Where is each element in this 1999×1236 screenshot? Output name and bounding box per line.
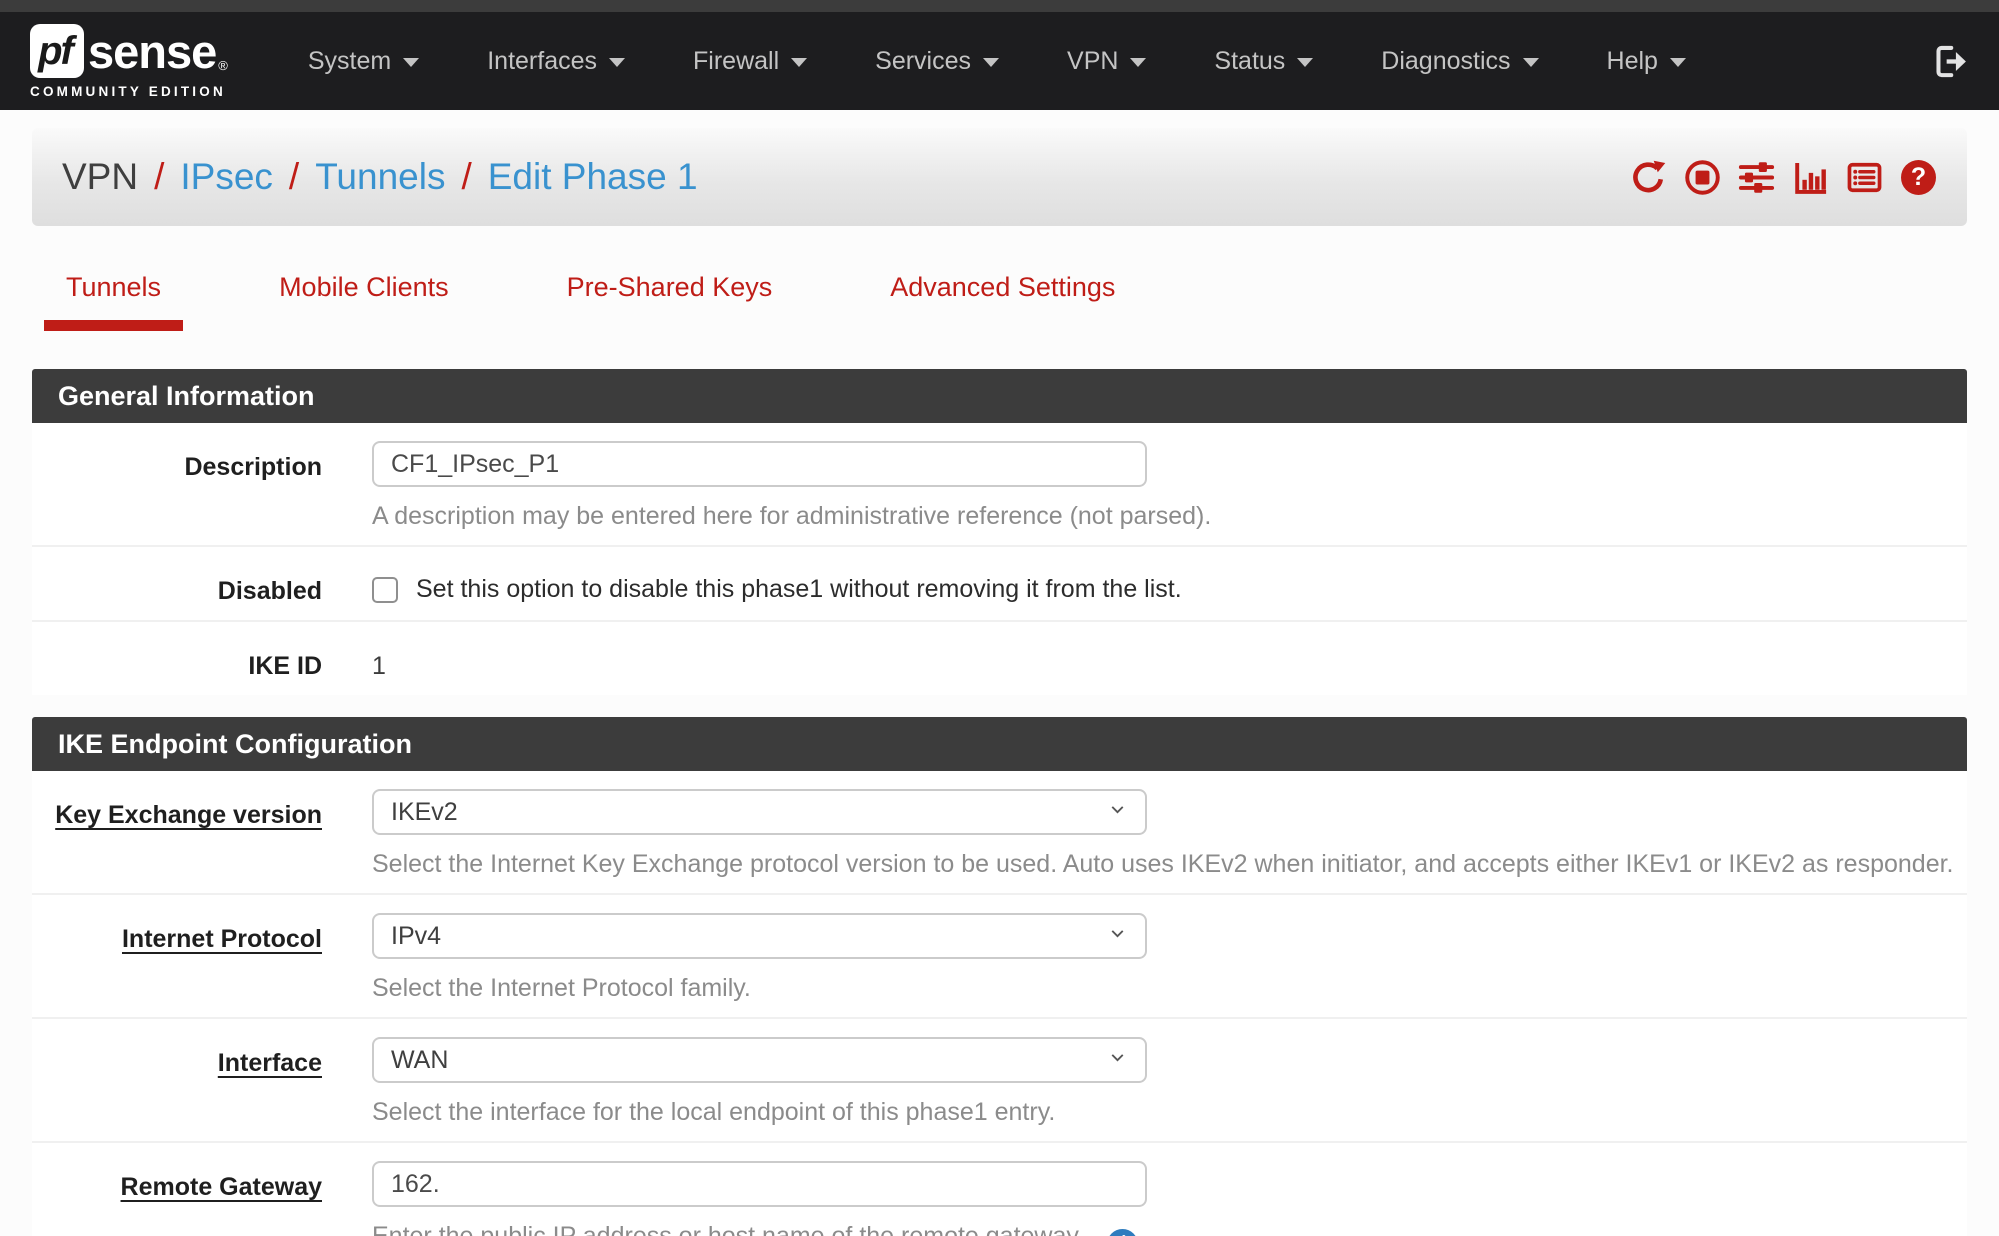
key-exchange-selected-value: IKEv2 bbox=[391, 798, 458, 827]
interface-selected-value: WAN bbox=[391, 1046, 448, 1075]
key-exchange-row: Key Exchange version IKEv2 Select the In… bbox=[32, 771, 1967, 895]
breadcrumb-separator: / bbox=[154, 156, 164, 198]
internet-protocol-select[interactable]: IPv4 bbox=[372, 913, 1147, 959]
nav-item-services[interactable]: Services bbox=[841, 47, 1033, 76]
disabled-label: Disabled bbox=[32, 565, 322, 606]
nav-item-system[interactable]: System bbox=[274, 47, 453, 76]
logo-registered-mark: ® bbox=[218, 58, 228, 73]
section-header-ike-endpoint-configuration: IKE Endpoint Configuration bbox=[32, 717, 1967, 771]
main-navbar: pf sense ® COMMUNITY EDITION System Inte… bbox=[0, 12, 1999, 110]
logo-pf-text: pf bbox=[38, 29, 76, 74]
nav-item-diagnostics[interactable]: Diagnostics bbox=[1347, 47, 1572, 76]
breadcrumb-bar: VPN / IPsec / Tunnels / Edit Phase 1 bbox=[32, 128, 1967, 226]
pfsense-logo-tile: pf bbox=[30, 24, 84, 78]
nav-item-help[interactable]: Help bbox=[1573, 47, 1720, 76]
help-icon[interactable]: ? bbox=[1900, 159, 1937, 196]
nav-item-status[interactable]: Status bbox=[1180, 47, 1347, 76]
breadcrumb: VPN / IPsec / Tunnels / Edit Phase 1 bbox=[62, 156, 698, 198]
bar-chart-icon[interactable] bbox=[1792, 159, 1829, 196]
ipsec-tabs: Tunnels Mobile Clients Pre-Shared Keys A… bbox=[32, 266, 1967, 331]
breadcrumb-link-ipsec[interactable]: IPsec bbox=[180, 156, 273, 198]
breadcrumb-link-edit-phase-1[interactable]: Edit Phase 1 bbox=[488, 156, 698, 198]
disabled-checkbox-label: Set this option to disable this phase1 w… bbox=[416, 575, 1182, 604]
interface-select[interactable]: WAN bbox=[372, 1037, 1147, 1083]
caret-down-icon bbox=[791, 58, 807, 67]
nav-item-vpn[interactable]: VPN bbox=[1033, 47, 1180, 76]
remote-gateway-input[interactable] bbox=[372, 1161, 1147, 1207]
sliders-icon[interactable] bbox=[1738, 159, 1775, 196]
internet-protocol-row: Internet Protocol IPv4 Select the Intern… bbox=[32, 895, 1967, 1019]
breadcrumb-link-tunnels[interactable]: Tunnels bbox=[315, 156, 445, 198]
stop-icon[interactable] bbox=[1684, 159, 1721, 196]
tab-pre-shared-keys[interactable]: Pre-Shared Keys bbox=[545, 266, 795, 331]
sign-out-icon[interactable] bbox=[1932, 43, 1969, 80]
disabled-row: Disabled Set this option to disable this… bbox=[32, 547, 1967, 622]
caret-down-icon bbox=[1523, 58, 1539, 67]
ike-id-row: IKE ID 1 bbox=[32, 622, 1967, 695]
key-exchange-help: Select the Internet Key Exchange protoco… bbox=[372, 850, 1967, 879]
key-exchange-select[interactable]: IKEv2 bbox=[372, 789, 1147, 835]
general-information-panel: Description A description may be entered… bbox=[32, 423, 1967, 695]
remote-gateway-row: Remote Gateway Enter the public IP addre… bbox=[32, 1143, 1967, 1236]
section-header-general-information: General Information bbox=[32, 369, 1967, 423]
interface-label: Interface bbox=[32, 1037, 322, 1127]
chevron-down-icon bbox=[1107, 1046, 1128, 1075]
pfsense-logo[interactable]: pf sense ® COMMUNITY EDITION bbox=[30, 24, 228, 99]
tab-tunnels[interactable]: Tunnels bbox=[44, 266, 183, 331]
caret-down-icon bbox=[1130, 58, 1146, 67]
caret-down-icon bbox=[983, 58, 999, 67]
caret-down-icon bbox=[1670, 58, 1686, 67]
caret-down-icon bbox=[609, 58, 625, 67]
window-top-strip bbox=[0, 0, 1999, 12]
remote-gateway-label: Remote Gateway bbox=[32, 1161, 322, 1236]
description-label: Description bbox=[32, 441, 322, 531]
interface-row: Interface WAN Select the interface for t… bbox=[32, 1019, 1967, 1143]
nav-item-firewall[interactable]: Firewall bbox=[659, 47, 841, 76]
tab-advanced-settings[interactable]: Advanced Settings bbox=[868, 266, 1137, 331]
nav-item-interfaces[interactable]: Interfaces bbox=[453, 47, 659, 76]
disabled-checkbox[interactable] bbox=[372, 577, 398, 603]
internet-protocol-help: Select the Internet Protocol family. bbox=[372, 974, 1967, 1003]
description-help: A description may be entered here for ad… bbox=[372, 502, 1967, 531]
chevron-down-icon bbox=[1107, 798, 1128, 827]
remote-gateway-help: Enter the public IP address or host name… bbox=[372, 1222, 1967, 1236]
caret-down-icon bbox=[1297, 58, 1313, 67]
breadcrumb-root: VPN bbox=[62, 156, 138, 198]
refresh-icon[interactable] bbox=[1630, 159, 1667, 196]
internet-protocol-selected-value: IPv4 bbox=[391, 922, 441, 951]
interface-help: Select the interface for the local endpo… bbox=[372, 1098, 1967, 1127]
chevron-down-icon bbox=[1107, 922, 1128, 951]
page-toolbar: ? bbox=[1630, 159, 1937, 196]
ike-endpoint-panel: Key Exchange version IKEv2 Select the In… bbox=[32, 771, 1967, 1236]
tab-mobile-clients[interactable]: Mobile Clients bbox=[257, 266, 471, 331]
list-icon[interactable] bbox=[1846, 159, 1883, 196]
ike-id-value: 1 bbox=[372, 640, 1967, 681]
logo-subtitle: COMMUNITY EDITION bbox=[30, 84, 228, 99]
logo-sense-text: sense bbox=[88, 24, 216, 79]
internet-protocol-label: Internet Protocol bbox=[32, 913, 322, 1003]
ike-id-label: IKE ID bbox=[32, 640, 322, 681]
breadcrumb-separator: / bbox=[461, 156, 471, 198]
description-input[interactable] bbox=[372, 441, 1147, 487]
key-exchange-label: Key Exchange version bbox=[32, 789, 322, 879]
breadcrumb-separator: / bbox=[289, 156, 299, 198]
info-icon[interactable]: i bbox=[1107, 1229, 1138, 1236]
caret-down-icon bbox=[403, 58, 419, 67]
description-row: Description A description may be entered… bbox=[32, 423, 1967, 547]
nav-menu: System Interfaces Firewall Services VPN … bbox=[274, 47, 1720, 76]
